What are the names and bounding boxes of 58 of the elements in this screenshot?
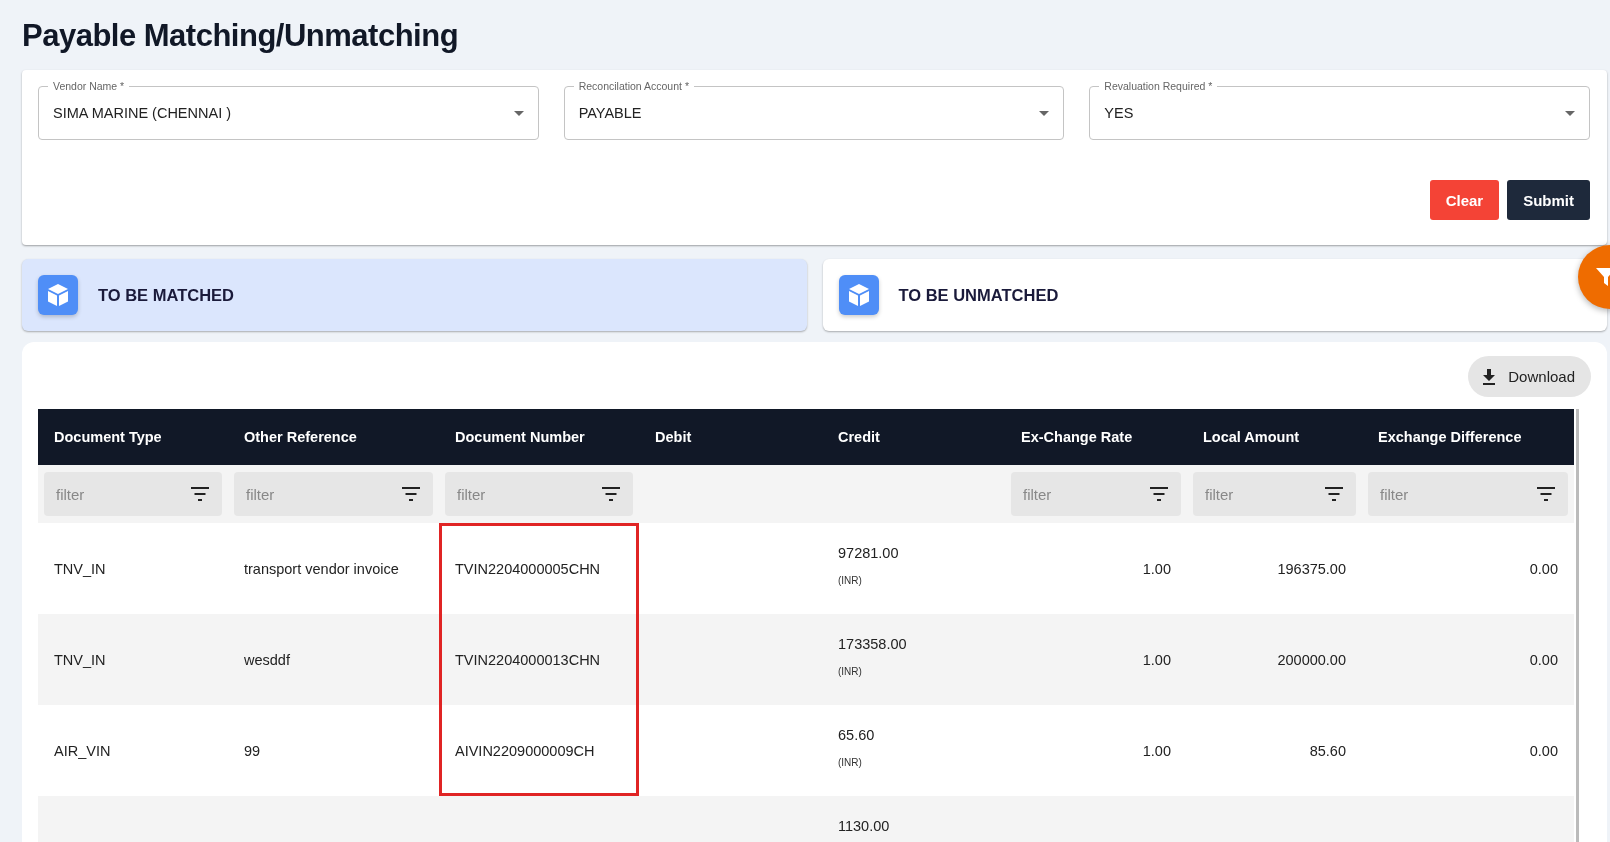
cell-text: 1.00 — [1142, 742, 1171, 759]
column-header[interactable]: Debit — [639, 409, 822, 465]
currency-text: (INR) — [838, 666, 863, 677]
filter-icon[interactable] — [402, 487, 420, 501]
cell-text: 99 — [244, 742, 261, 759]
cube-icon — [838, 275, 879, 315]
cube-icon — [38, 275, 78, 315]
field-value: PAYABLE — [578, 105, 642, 121]
cell-text: AIR_VIN — [54, 742, 111, 759]
amount-text: 1130.00 — [838, 818, 891, 834]
cell-text: 0.00 — [1529, 742, 1558, 759]
currency-text: (INR) — [838, 757, 863, 768]
clear-button[interactable]: Clear — [1429, 180, 1500, 220]
filter-icon[interactable] — [1150, 487, 1168, 501]
cell-text: 85.60 — [1309, 742, 1346, 759]
highlighted-cell: TVIN2204000013CHN — [439, 614, 639, 705]
page-title: Payable Matching/Unmatching — [22, 18, 460, 54]
field-label: Reconcilation Account * — [573, 80, 694, 92]
tab[interactable]: TO BE UNMATCHED — [822, 259, 1607, 331]
filter-icon[interactable] — [602, 487, 620, 501]
filter-icon[interactable] — [191, 487, 209, 501]
column-header[interactable]: Ex-Change Rate — [1005, 409, 1187, 465]
submit-button[interactable]: Submit — [1507, 180, 1590, 220]
filter-icon[interactable] — [1537, 487, 1555, 501]
cell-text: TNV_IN — [54, 560, 106, 577]
dropdown-caret-icon — [1565, 110, 1575, 116]
amount-text: 97281.00 — [838, 545, 900, 561]
cell-text: transport vendor invoice — [244, 560, 399, 577]
cell-text: 200000.00 — [1277, 651, 1346, 668]
cell-text: TNV_IN — [54, 651, 106, 668]
funnel-icon — [1596, 267, 1610, 287]
cell-text: 0.00 — [1529, 560, 1558, 577]
column-header[interactable]: Other Reference — [228, 409, 439, 465]
column-header[interactable]: Document Type — [38, 409, 228, 465]
filter-icon[interactable] — [1325, 487, 1343, 501]
field-value: SIMA MARINE (CHENNAI ) — [53, 105, 232, 121]
tab[interactable]: TO BE MATCHED — [22, 259, 807, 331]
column-header[interactable]: Document Number — [439, 409, 639, 465]
download-button[interactable]: Download — [1468, 356, 1591, 397]
dropdown-caret-icon — [513, 110, 524, 116]
currency-text: (INR) — [838, 575, 863, 586]
field-value: YES — [1104, 105, 1134, 121]
highlighted-cell: AIVIN2209000009CH — [439, 705, 639, 796]
cell-text: wesddf — [244, 651, 290, 668]
column-header[interactable]: Exchange Difference — [1362, 409, 1574, 465]
amount-text: 173358.00 — [838, 636, 908, 652]
cell-text: 0.00 — [1529, 651, 1558, 668]
dropdown-caret-icon — [1039, 110, 1050, 116]
field-label: Revaluation Required * — [1099, 80, 1218, 92]
field-label: Vendor Name * — [48, 80, 130, 92]
amount-text: 65.60 — [838, 727, 876, 743]
download-icon — [1482, 368, 1497, 385]
cell-text: 1.00 — [1142, 651, 1171, 668]
column-header[interactable]: Credit — [822, 409, 1005, 465]
column-header[interactable]: Local Amount — [1187, 409, 1362, 465]
cell-text: 196375.00 — [1277, 560, 1346, 577]
highlighted-cell: TVIN2204000005CHN — [439, 523, 639, 614]
cell-text: 1.00 — [1142, 560, 1171, 577]
